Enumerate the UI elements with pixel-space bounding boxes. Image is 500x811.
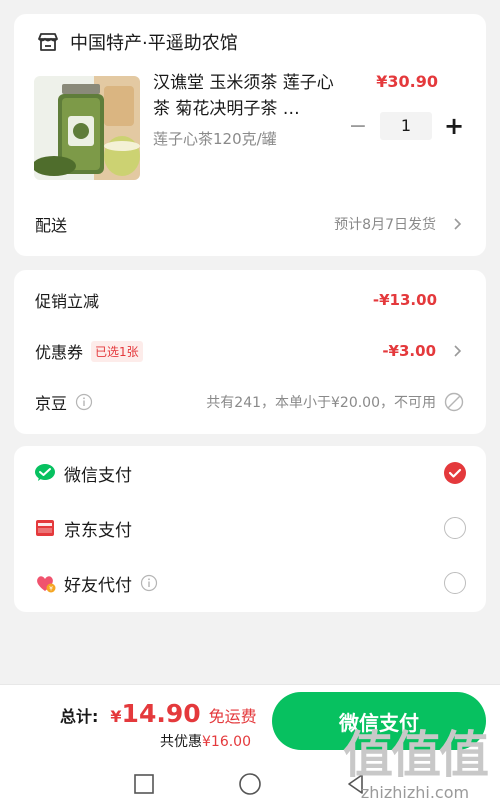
increase-quantity-button[interactable]: + [440, 112, 468, 140]
home-icon[interactable] [238, 772, 262, 796]
friend-pay-icon: ¥ [37, 576, 56, 593]
delivery-label: 配送 [35, 216, 68, 235]
quantity-value[interactable]: 1 [380, 112, 432, 140]
quantity-stepper: − 1 + [344, 112, 468, 140]
wechat-pay-icon [35, 464, 55, 481]
coupon-value: -¥3.00 [382, 342, 436, 360]
store-name[interactable]: 中国特产·平遥助农馆 [70, 29, 238, 55]
store-header[interactable]: 中国特产·平遥助农馆 [36, 28, 238, 56]
product-title[interactable]: 汉谯堂 玉米须茶 莲子心茶 菊花决明子茶 … [153, 70, 343, 122]
discount-card: 促销立减 -¥13.00 优惠券 已选1张 -¥3.00 京豆 共有241，本单… [14, 270, 486, 434]
svg-text:¥: ¥ [49, 586, 53, 593]
store-card: 中国特产·平遥助农馆 汉谯堂 玉米须茶 莲子心茶 菊花决明子茶 … 莲子心茶12… [14, 14, 486, 256]
disabled-icon [444, 392, 464, 412]
info-icon[interactable] [75, 393, 93, 411]
tea-jar-image [34, 76, 140, 180]
info-icon[interactable] [140, 574, 158, 592]
saved-prefix: 共优惠 [160, 734, 202, 750]
payment-option-friend[interactable]: ¥ 好友代付 [34, 568, 466, 598]
promo-row: 促销立减 -¥13.00 [35, 285, 464, 315]
promo-value: -¥13.00 [372, 291, 437, 309]
product-image[interactable] [34, 76, 140, 180]
delivery-row[interactable]: 配送 预计8月7日发货 [35, 209, 464, 239]
recent-apps-icon[interactable] [132, 772, 156, 796]
jingdou-label: 京豆 [35, 394, 68, 413]
saved-amount: ¥16.00 [202, 734, 251, 750]
payment-option-label: 好友代付 [64, 575, 132, 596]
store-icon [38, 33, 58, 51]
product-price: ¥30.90 [376, 72, 438, 91]
promo-label: 促销立减 [35, 292, 100, 311]
radio-unchecked[interactable] [444, 572, 466, 594]
payment-option-wechat[interactable]: 微信支付 [34, 458, 466, 488]
delivery-estimate: 预计8月7日发货 [334, 217, 436, 233]
watermark-logo: 值值值 [343, 726, 489, 784]
site-watermark: 值值值 zhizhizhi.com [340, 727, 490, 802]
chevron-right-icon [454, 345, 462, 357]
coupon-selected-tag: 已选1张 [91, 340, 143, 362]
saved-line: 共优惠¥16.00 [160, 731, 251, 751]
jingdou-row: 京豆 共有241，本单小于¥20.00，不可用 [35, 387, 464, 417]
payment-option-label: 京东支付 [64, 520, 132, 541]
product-spec: 莲子心茶120克/罐 [153, 130, 277, 148]
chevron-right-icon [454, 218, 462, 230]
free-shipping-label: 免运费 [208, 707, 257, 726]
payment-option-jd[interactable]: 京东支付 [34, 513, 466, 543]
total-line: 总计: ¥ 14.90 免运费 [60, 699, 257, 728]
radio-unchecked[interactable] [444, 517, 466, 539]
jd-pay-icon [36, 520, 54, 536]
watermark-url: zhizhizhi.com [360, 783, 470, 802]
coupon-row[interactable]: 优惠券 已选1张 -¥3.00 [35, 336, 464, 366]
selected-check-icon[interactable] [444, 462, 466, 484]
decrease-quantity-button[interactable]: − [344, 114, 372, 139]
payment-card: 微信支付 京东支付 ¥ 好友代付 [14, 446, 486, 612]
currency-symbol: ¥ [110, 707, 122, 726]
total-amount: 14.90 [121, 699, 201, 728]
coupon-label: 优惠券 [35, 343, 84, 362]
total-label: 总计: [60, 707, 99, 726]
jingdou-value: 共有241，本单小于¥20.00，不可用 [206, 395, 436, 411]
payment-option-label: 微信支付 [64, 465, 132, 486]
